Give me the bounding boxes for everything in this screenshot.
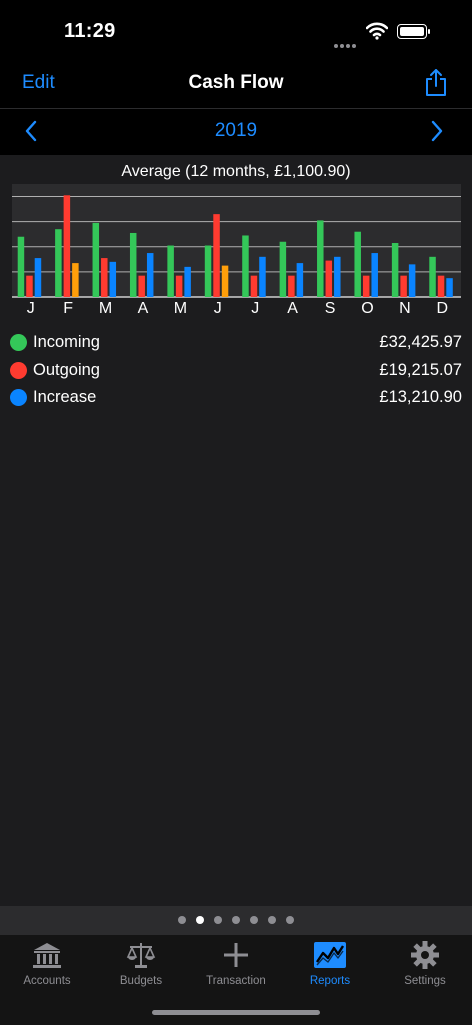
- bar-increase: [446, 278, 453, 297]
- bar-increase: [34, 258, 42, 297]
- increase-dot-icon: [10, 389, 27, 406]
- x-tick-label: M: [99, 300, 112, 317]
- x-tick-label: J: [251, 300, 259, 317]
- page-dot[interactable]: [196, 916, 204, 924]
- x-tick-label: A: [138, 300, 149, 317]
- bar-increase: [109, 261, 117, 297]
- page-title: Cash Flow: [188, 72, 284, 93]
- gear-icon: [411, 941, 439, 969]
- bar-incoming: [17, 236, 25, 297]
- bar-outgoing: [288, 275, 295, 297]
- tab-label: Accounts: [23, 975, 71, 987]
- bar-outgoing: [437, 275, 445, 297]
- bar-outgoing: [362, 275, 370, 297]
- home-indicator: [152, 1010, 320, 1015]
- bar-outgoing: [213, 214, 220, 297]
- year-label: 2019: [214, 120, 258, 141]
- tab-reports[interactable]: Reports: [283, 939, 377, 987]
- legend-row-outgoing[interactable]: Outgoing £19,215.07: [10, 360, 462, 388]
- page-dot[interactable]: [286, 916, 294, 924]
- legend-row-incoming[interactable]: Incoming £32,425.97: [10, 332, 462, 360]
- page-dot[interactable]: [232, 916, 240, 924]
- cellular-signal-icon: [334, 35, 358, 53]
- tab-accounts[interactable]: Accounts: [0, 939, 94, 987]
- bar-increase: [221, 265, 229, 297]
- bar-increase: [408, 264, 416, 297]
- bar-incoming: [92, 222, 100, 297]
- outgoing-dot-icon: [10, 361, 27, 379]
- tab-label: Transaction: [206, 975, 266, 987]
- bar-incoming: [429, 256, 436, 297]
- tab-settings[interactable]: Settings: [378, 939, 472, 987]
- page-dot[interactable]: [178, 916, 186, 924]
- x-tick-label: M: [174, 300, 187, 317]
- bar-incoming: [204, 245, 212, 297]
- bar-outgoing: [400, 275, 407, 297]
- x-tick-label: O: [361, 300, 373, 317]
- bank-icon: [33, 943, 61, 968]
- cash-flow-chart: JFMAMJJASOND: [12, 184, 461, 317]
- x-tick-label: F: [63, 300, 73, 317]
- tab-label: Settings: [404, 975, 446, 987]
- bar-incoming: [167, 245, 174, 297]
- tab-transaction[interactable]: Transaction: [189, 939, 283, 987]
- x-tick-label: N: [399, 300, 411, 317]
- x-tick-label: D: [437, 300, 449, 317]
- bar-increase: [146, 253, 154, 297]
- legend-label: Increase: [33, 388, 97, 406]
- bar-outgoing: [138, 275, 145, 297]
- bar-increase: [184, 266, 191, 297]
- bar-incoming: [242, 235, 249, 297]
- bar-incoming: [279, 241, 287, 297]
- plus-icon: [224, 943, 248, 967]
- incoming-dot-icon: [10, 334, 27, 351]
- bar-incoming: [317, 220, 324, 297]
- battery-icon: [397, 24, 430, 39]
- legend: Incoming £32,425.97 Outgoing £19,215.07 …: [10, 332, 462, 415]
- legend-row-increase[interactable]: Increase £13,210.90: [10, 387, 462, 415]
- bar-outgoing: [26, 275, 33, 297]
- legend-value: £13,210.90: [379, 388, 462, 406]
- bar-incoming: [55, 229, 62, 297]
- legend-value: £32,425.97: [379, 333, 462, 351]
- bar-increase: [72, 263, 79, 297]
- tab-label: Budgets: [119, 975, 163, 987]
- bar-increase: [334, 256, 341, 297]
- status-time: 11:29: [64, 20, 116, 42]
- wifi-icon: [366, 22, 388, 40]
- page-indicator[interactable]: [0, 906, 472, 934]
- bar-outgoing: [101, 258, 108, 297]
- page-dot[interactable]: [268, 916, 276, 924]
- share-icon[interactable]: [424, 68, 448, 98]
- x-tick-label: A: [287, 300, 298, 317]
- bar-increase: [296, 263, 304, 297]
- tab-label: Reports: [309, 975, 351, 987]
- legend-value: £19,215.07: [379, 360, 462, 379]
- x-tick-label: J: [214, 300, 222, 317]
- tab-budgets[interactable]: Budgets: [94, 939, 188, 987]
- chart-title: Average (12 months, £1,100.90): [121, 163, 351, 180]
- bar-outgoing: [325, 260, 333, 297]
- bar-incoming: [391, 243, 399, 297]
- page-dot[interactable]: [250, 916, 258, 924]
- bar-increase: [259, 256, 266, 297]
- bar-increase: [371, 253, 378, 297]
- chevron-right-icon[interactable]: [430, 120, 444, 142]
- bar-outgoing: [175, 275, 183, 297]
- scales-icon: [126, 943, 156, 968]
- bar-incoming: [129, 232, 137, 297]
- bar-outgoing: [63, 195, 71, 297]
- bar-outgoing: [250, 275, 258, 297]
- x-tick-label: S: [325, 300, 336, 317]
- navigation-bar: Edit Cash Flow: [0, 62, 472, 109]
- x-tick-label: J: [27, 300, 35, 317]
- year-selector: 2019: [0, 109, 472, 155]
- legend-label: Incoming: [33, 333, 100, 351]
- chart-icon: [314, 942, 346, 968]
- page-dot[interactable]: [214, 916, 222, 924]
- bar-incoming: [354, 231, 361, 297]
- legend-label: Outgoing: [33, 360, 100, 379]
- status-bar: 11:29: [0, 0, 472, 62]
